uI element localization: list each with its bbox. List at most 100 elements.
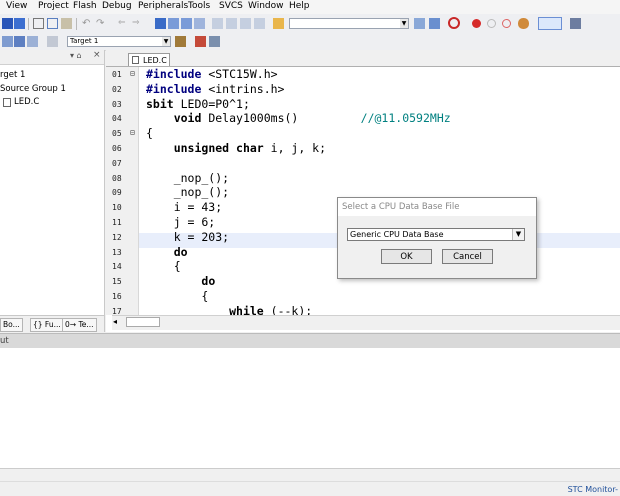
find-in-files-icon[interactable] <box>273 18 284 29</box>
target-select-value: Target 1 <box>70 37 99 45</box>
main-toolbar: ↶ ↷ ⇐ ⇒ ▼ <box>0 14 620 34</box>
menu-debug[interactable]: Debug <box>102 1 132 11</box>
back-icon[interactable]: ⇐ <box>118 18 129 29</box>
line-number: 10 <box>112 203 122 212</box>
save-icon[interactable] <box>2 18 13 29</box>
menu-bar: View Project Flash Debug Peripherals Too… <box>0 0 620 14</box>
line-number: 13 <box>112 248 122 257</box>
code-line: _nop_(); <box>146 185 230 199</box>
line-number: 15 <box>112 277 122 286</box>
menu-peripherals[interactable]: Peripherals <box>138 1 188 11</box>
project-tabs: Bo... {} Fu... 0→ Te... <box>0 315 104 333</box>
unindent-icon[interactable] <box>226 18 237 29</box>
select-packs-icon[interactable] <box>209 36 220 47</box>
scroll-left-icon[interactable]: ◂ <box>113 317 117 326</box>
load-icon[interactable] <box>47 36 58 47</box>
breakpoint-icon[interactable] <box>472 19 481 28</box>
manage-project-icon[interactable] <box>195 36 206 47</box>
code-line: { <box>146 259 181 273</box>
prev-bookmark-icon[interactable] <box>168 18 179 29</box>
toolbar-separator <box>28 18 29 30</box>
output-scroll-area <box>0 468 620 482</box>
tab-books[interactable]: Bo... <box>0 318 23 332</box>
paste-icon[interactable] <box>61 18 72 29</box>
build-output-header: ut <box>0 333 620 348</box>
ok-button[interactable]: OK <box>381 249 432 264</box>
menu-help[interactable]: Help <box>289 1 310 11</box>
tab-led-c-label: LED.C <box>143 56 167 65</box>
build-output-panel[interactable] <box>0 348 620 468</box>
tree-file-led[interactable]: LED.C <box>14 97 39 107</box>
save-all-icon[interactable] <box>14 18 25 29</box>
build-icon[interactable] <box>14 36 25 47</box>
line-number: 02 <box>112 85 122 94</box>
line-number: 06 <box>112 144 122 153</box>
line-number: 14 <box>112 262 122 271</box>
code-line: unsigned char i, j, k; <box>173 141 327 155</box>
code-line: j = 6; <box>146 215 216 229</box>
find-combo[interactable]: ▼ <box>289 18 409 29</box>
kill-breakpoints-icon[interactable] <box>502 19 511 28</box>
target-options-icon[interactable] <box>175 36 186 47</box>
tab-functions[interactable]: {} Fu... <box>30 318 64 332</box>
pin-icon[interactable]: ▾ ⌂ <box>70 51 82 60</box>
line-number: 07 <box>112 159 122 168</box>
incremental-find-icon[interactable] <box>429 18 440 29</box>
comment-icon[interactable] <box>240 18 251 29</box>
line-number: 16 <box>112 292 122 301</box>
rebuild-icon[interactable] <box>27 36 38 47</box>
code-line: k = 203; <box>146 230 230 244</box>
menu-view[interactable]: View <box>6 1 27 11</box>
tree-source-group[interactable]: Source Group 1 <box>0 84 66 94</box>
uncomment-icon[interactable] <box>254 18 265 29</box>
close-icon[interactable]: × <box>93 50 101 60</box>
code-line: i = 43; <box>146 200 223 214</box>
redo-icon[interactable]: ↷ <box>96 18 107 29</box>
menu-window[interactable]: Window <box>248 1 284 11</box>
debug-start-icon[interactable] <box>448 17 460 29</box>
status-bar: STC Monitor- <box>0 481 620 496</box>
code-line: sbit LED0=P0^1; <box>146 97 250 111</box>
disable-breakpoint-icon[interactable] <box>487 19 496 28</box>
find-icon[interactable] <box>414 18 425 29</box>
tab-templates[interactable]: 0→ Te... <box>62 318 97 332</box>
line-number: 04 <box>112 114 122 123</box>
horizontal-scrollbar[interactable]: ◂ <box>112 315 620 330</box>
tab-led-c[interactable]: LED.C <box>128 53 170 66</box>
cpu-database-select-value: Generic CPU Data Base <box>350 230 444 239</box>
fold-toggle-icon[interactable]: ⊟ <box>130 128 135 137</box>
target-select[interactable]: Target 1 ▼ <box>67 36 171 47</box>
cpu-database-select[interactable]: Generic CPU Data Base ▼ <box>347 228 525 241</box>
tree-target[interactable]: rget 1 <box>0 70 25 80</box>
line-number: 08 <box>112 174 122 183</box>
scroll-thumb[interactable] <box>126 317 160 327</box>
copy-icon[interactable] <box>47 18 58 29</box>
fold-toggle-icon[interactable]: ⊟ <box>130 69 135 78</box>
forward-icon[interactable]: ⇒ <box>132 18 143 29</box>
configure-icon[interactable] <box>570 18 581 29</box>
code-line: #include <intrins.h> <box>146 82 285 96</box>
cancel-button[interactable]: Cancel <box>442 249 493 264</box>
next-bookmark-icon[interactable] <box>181 18 192 29</box>
line-number: 01 <box>112 70 122 79</box>
cut-icon[interactable] <box>33 18 44 29</box>
line-number: 12 <box>112 233 122 242</box>
menu-flash[interactable]: Flash <box>73 1 97 11</box>
menu-tools[interactable]: Tools <box>188 1 210 11</box>
undo-icon[interactable]: ↶ <box>82 18 93 29</box>
line-number: 11 <box>112 218 122 227</box>
code-line: do <box>201 274 216 288</box>
c-file-icon <box>3 98 11 107</box>
bookmark-icon[interactable] <box>155 18 166 29</box>
menu-svcs[interactable]: SVCS <box>219 1 243 11</box>
menu-project[interactable]: Project <box>38 1 69 11</box>
clear-bookmarks-icon[interactable] <box>194 18 205 29</box>
project-panel-header: ▾ ⌂ × <box>0 50 104 65</box>
line-number: 05 <box>112 129 122 138</box>
translate-icon[interactable] <box>2 36 13 47</box>
kill-all-breakpoints-icon[interactable] <box>518 18 529 29</box>
dialog-title: Select a CPU Data Base File <box>338 198 536 216</box>
window-layout-icon[interactable] <box>538 17 562 30</box>
indent-icon[interactable] <box>212 18 223 29</box>
code-line: #include <STC15W.h> <box>146 67 278 81</box>
